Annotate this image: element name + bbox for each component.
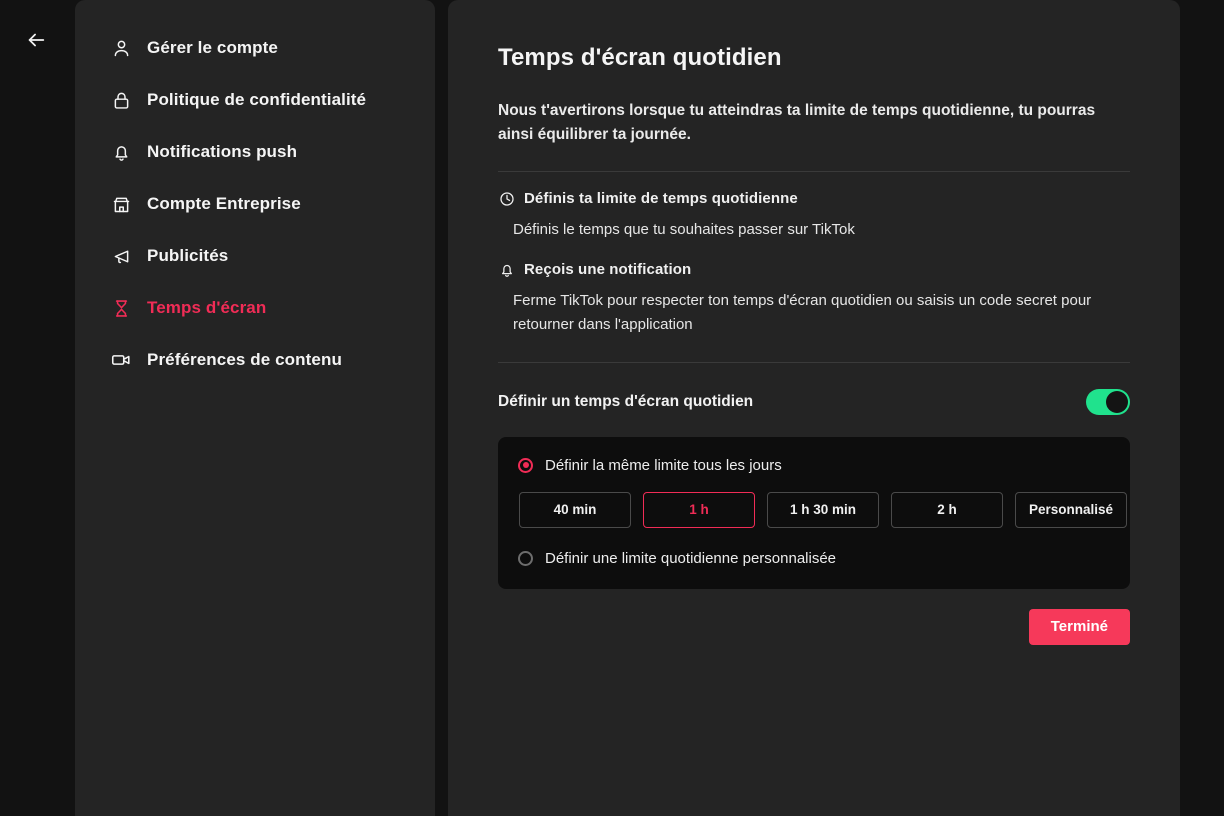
page-title: Temps d'écran quotidien bbox=[498, 44, 782, 71]
divider-top bbox=[498, 171, 1130, 173]
hourglass-icon bbox=[108, 295, 134, 321]
feature-title: Reçois une notification bbox=[524, 261, 692, 279]
arrow-left-icon bbox=[25, 29, 47, 56]
screen-time-panel: Temps d'écran quotidien Nous t'avertiron… bbox=[448, 0, 1180, 816]
option-same-limit-row[interactable]: Définir la même limite tous les jours bbox=[518, 457, 1110, 474]
panel-footer: Terminé bbox=[498, 608, 1130, 645]
feature-set-limit: Définis ta limite de temps quotidienne D… bbox=[498, 190, 1130, 241]
option-custom-limit-row[interactable]: Définir une limite quotidienne personnal… bbox=[518, 550, 1110, 567]
chip-1-h-30-min[interactable]: 1 h 30 min bbox=[767, 491, 879, 528]
settings-sidebar: Gérer le compte Politique de confidentia… bbox=[75, 0, 435, 816]
chip-2-h[interactable]: 2 h bbox=[891, 491, 1003, 528]
sidebar-item-label: Notifications push bbox=[147, 142, 298, 161]
done-button[interactable]: Terminé bbox=[1028, 608, 1130, 645]
sidebar-item-label: Compte Entreprise bbox=[147, 194, 301, 213]
chip-1-h[interactable]: 1 h bbox=[643, 491, 755, 528]
person-icon bbox=[108, 35, 134, 61]
feature-body: Ferme TikTok pour respecter ton temps d'… bbox=[513, 292, 1092, 333]
option-same-limit-label: Définir la même limite tous les jours bbox=[545, 456, 782, 474]
limit-options-card: Définir la même limite tous les jours 40… bbox=[498, 436, 1130, 589]
sidebar-item-push-notifications[interactable]: Notifications push bbox=[75, 126, 435, 178]
sidebar-item-manage-account[interactable]: Gérer le compte bbox=[75, 22, 435, 74]
toggle-label: Définir un temps d'écran quotidien bbox=[498, 392, 754, 410]
option-custom-limit-label: Définir une limite quotidienne personnal… bbox=[545, 549, 837, 567]
sidebar-item-label: Préférences de contenu bbox=[147, 350, 342, 369]
bell-icon bbox=[108, 139, 134, 165]
toggle-knob bbox=[1106, 390, 1128, 413]
lock-icon bbox=[108, 87, 134, 113]
sidebar-item-label: Politique de confidentialité bbox=[147, 90, 367, 109]
feature-notification: Reçois une notification Ferme TikTok pou… bbox=[498, 261, 1130, 336]
storefront-icon bbox=[108, 191, 134, 217]
radio-same-limit[interactable] bbox=[518, 457, 533, 473]
feature-title: Définis ta limite de temps quotidienne bbox=[524, 190, 798, 208]
daily-screen-time-toggle-row: Définir un temps d'écran quotidien bbox=[498, 375, 1130, 429]
clock-icon bbox=[498, 190, 515, 207]
duration-chip-group: 40 min 1 h 1 h 30 min 2 h Personnalisé bbox=[519, 491, 1127, 528]
sidebar-item-label: Temps d'écran bbox=[147, 298, 267, 317]
bell-icon bbox=[498, 261, 515, 278]
megaphone-icon bbox=[108, 243, 134, 269]
radio-custom-limit[interactable] bbox=[518, 550, 533, 566]
chip-40-min[interactable]: 40 min bbox=[519, 491, 631, 528]
back-button[interactable] bbox=[18, 24, 54, 60]
divider-bottom bbox=[498, 361, 1130, 363]
sidebar-item-label: Publicités bbox=[147, 246, 229, 265]
sidebar-item-screen-time[interactable]: Temps d'écran bbox=[75, 282, 435, 334]
page-description: Nous t'avertirons lorsque tu atteindras … bbox=[498, 102, 1096, 144]
sidebar-item-label: Gérer le compte bbox=[147, 38, 278, 57]
chip-custom[interactable]: Personnalisé bbox=[1015, 491, 1127, 528]
sidebar-item-business-account[interactable]: Compte Entreprise bbox=[75, 178, 435, 230]
feature-body: Définis le temps que tu souhaites passer… bbox=[513, 221, 855, 239]
sidebar-item-privacy-policy[interactable]: Politique de confidentialité bbox=[75, 74, 435, 126]
sidebar-item-content-preferences[interactable]: Préférences de contenu bbox=[75, 334, 435, 386]
screen-time-settings-screen: Gérer le compte Politique de confidentia… bbox=[0, 0, 1224, 816]
daily-screen-time-toggle[interactable] bbox=[1086, 388, 1130, 415]
sidebar-item-ads[interactable]: Publicités bbox=[75, 230, 435, 282]
video-camera-icon bbox=[108, 347, 134, 373]
